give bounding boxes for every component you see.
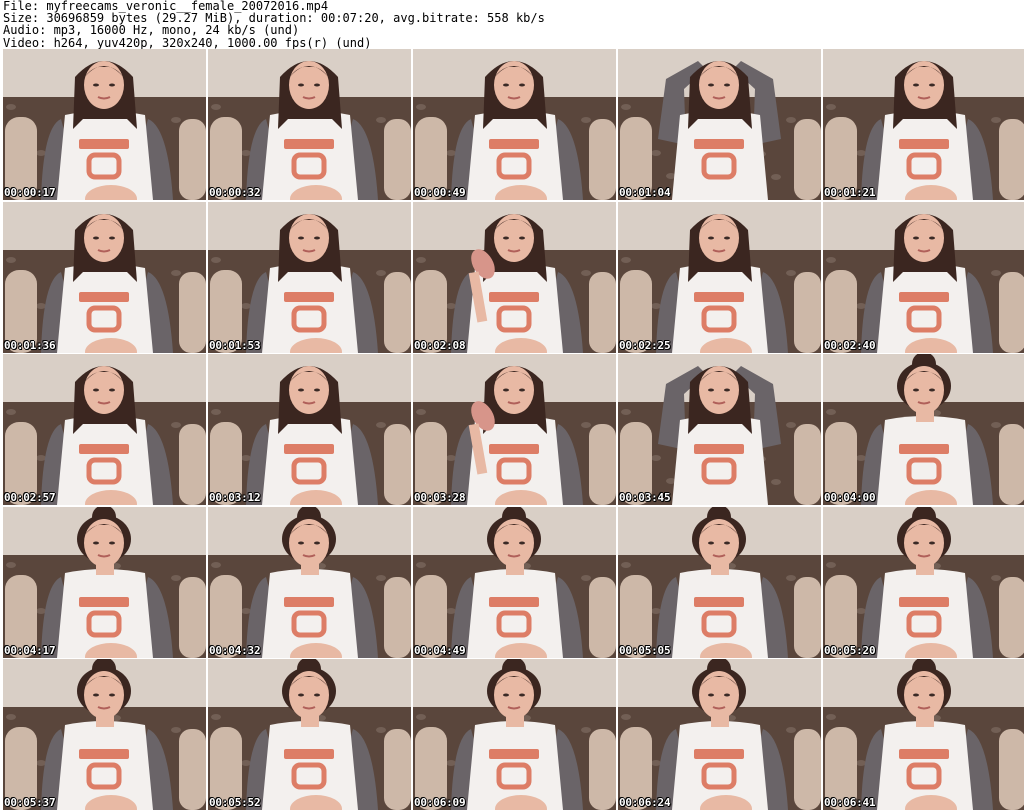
thumbnail-frame-image: [3, 506, 206, 658]
video-thumbnail: 00:04:00: [823, 354, 1024, 505]
video-thumbnail: 00:06:24: [618, 659, 821, 810]
thumbnail-frame-image: [823, 49, 1024, 200]
thumbnail-timestamp: 00:03:12: [209, 491, 261, 504]
file-info-header: File: myfreecams_veronic__female_2007201…: [3, 0, 545, 49]
thumbnail-timestamp: 00:04:49: [414, 643, 466, 657]
video-thumbnail: 00:06:09: [413, 659, 616, 810]
video-thumbnail: 00:00:32: [208, 49, 411, 200]
video-thumbnail: 00:04:17: [3, 506, 206, 658]
thumbnail-timestamp: 00:05:37: [4, 796, 56, 809]
video-thumbnail: 00:03:12: [208, 354, 411, 505]
thumbnail-timestamp: 00:02:08: [414, 338, 466, 352]
thumbnail-frame-image: [208, 201, 411, 353]
video-thumbnail: 00:05:20: [823, 506, 1024, 658]
thumbnail-timestamp: 00:01:36: [4, 338, 56, 352]
thumbnail-timestamp: 00:06:24: [619, 796, 671, 809]
thumbnail-timestamp: 00:04:17: [4, 643, 56, 657]
thumbnail-frame-image: [3, 659, 206, 810]
video-thumbnail: 00:00:49: [413, 49, 616, 200]
thumbnail-frame-image: [208, 49, 411, 200]
video-thumbnail: 00:01:53: [208, 201, 411, 353]
audio-info-line: Audio: mp3, 16000 Hz, mono, 24 kb/s (und…: [3, 23, 300, 38]
thumbnail-frame-image: [413, 201, 616, 353]
thumbnail-frame-image: [823, 506, 1024, 658]
video-thumbnail: 00:01:21: [823, 49, 1024, 200]
video-thumbnail: 00:05:05: [618, 506, 821, 658]
thumbnail-frame-image: [618, 354, 821, 505]
thumbnail-timestamp: 00:02:57: [4, 491, 56, 504]
thumbnail-timestamp: 00:05:20: [824, 643, 876, 657]
thumbnail-frame-image: [823, 201, 1024, 353]
thumbnail-frame-image: [3, 49, 206, 200]
video-info-line: Video: h264, yuv420p, 320x240, 1000.00 f…: [3, 35, 372, 50]
thumbnail-frame-image: [3, 354, 206, 505]
thumbnail-timestamp: 00:02:40: [824, 338, 876, 352]
thumbnail-grid: 00:00:17 00:00:32 00:00:49 00:01:04 00:01:21…: [0, 49, 1024, 810]
thumbnail-frame-image: [413, 49, 616, 200]
thumbnail-timestamp: 00:01:21: [824, 186, 876, 199]
thumbnail-timestamp: 00:04:32: [209, 643, 261, 657]
thumbnail-timestamp: 00:01:04: [619, 186, 671, 199]
thumbnail-frame-image: [618, 49, 821, 200]
thumbnail-timestamp: 00:00:17: [4, 186, 56, 199]
thumbnail-frame-image: [208, 659, 411, 810]
thumbnail-frame-image: [413, 354, 616, 505]
thumbnail-frame-image: [618, 201, 821, 353]
video-thumbnail: 00:03:28: [413, 354, 616, 505]
thumbnail-timestamp: 00:05:52: [209, 796, 261, 809]
thumbnail-frame-image: [413, 506, 616, 658]
thumbnail-frame-image: [413, 659, 616, 810]
video-thumbnail: 00:01:36: [3, 201, 206, 353]
video-thumbnail: 00:03:45: [618, 354, 821, 505]
thumbnail-timestamp: 00:06:41: [824, 796, 876, 809]
thumbnail-timestamp: 00:05:05: [619, 643, 671, 657]
thumbnail-frame-image: [618, 659, 821, 810]
video-thumbnail: 00:02:57: [3, 354, 206, 505]
thumbnail-timestamp: 00:00:49: [414, 186, 466, 199]
thumbnail-timestamp: 00:03:28: [414, 491, 466, 504]
video-thumbnail: 00:06:41: [823, 659, 1024, 810]
thumbnail-timestamp: 00:01:53: [209, 338, 261, 352]
video-thumbnail: 00:02:08: [413, 201, 616, 353]
video-thumbnail: 00:05:37: [3, 659, 206, 810]
thumbnail-timestamp: 00:06:09: [414, 796, 466, 809]
video-thumbnail: 00:00:17: [3, 49, 206, 200]
thumbnail-frame-image: [823, 659, 1024, 810]
thumbnail-timestamp: 00:02:25: [619, 338, 671, 352]
video-thumbnail: 00:02:40: [823, 201, 1024, 353]
video-thumbnail: 00:04:32: [208, 506, 411, 658]
video-thumbnail: 00:05:52: [208, 659, 411, 810]
thumbnail-frame-image: [823, 354, 1024, 505]
thumbnail-frame-image: [208, 354, 411, 505]
video-thumbnail: 00:01:04: [618, 49, 821, 200]
thumbnail-frame-image: [618, 506, 821, 658]
thumbnail-timestamp: 00:03:45: [619, 491, 671, 504]
video-thumbnail: 00:04:49: [413, 506, 616, 658]
thumbnail-timestamp: 00:04:00: [824, 491, 876, 504]
thumbnail-frame-image: [208, 506, 411, 658]
thumbnail-frame-image: [3, 201, 206, 353]
video-thumbnail: 00:02:25: [618, 201, 821, 353]
thumbnail-timestamp: 00:00:32: [209, 186, 261, 199]
